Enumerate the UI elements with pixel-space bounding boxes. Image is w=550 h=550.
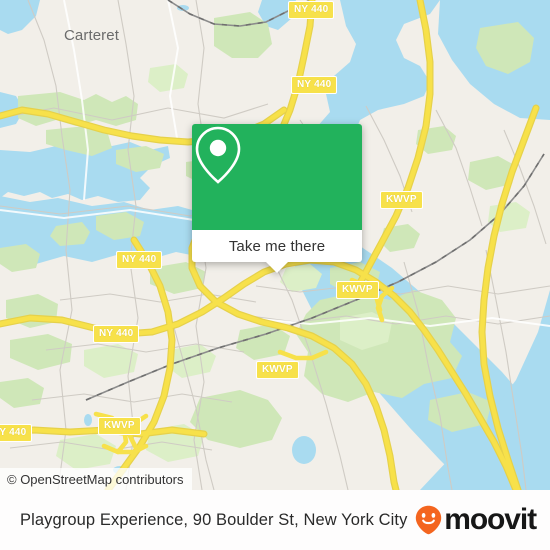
moovit-wordmark: moovit bbox=[444, 503, 537, 536]
footer-bar: Playgroup Experience, 90 Boulder St, New… bbox=[0, 490, 550, 550]
road-shield: KWVP bbox=[336, 281, 379, 299]
road-shield: NY 440 bbox=[288, 1, 335, 19]
map-screenshot: Carteret NY 440 NY 440 KWVP NY 440 KWVP … bbox=[0, 0, 550, 550]
place-label-carteret: Carteret bbox=[64, 27, 119, 44]
osm-attribution[interactable]: © OpenStreetMap contributors bbox=[0, 468, 192, 490]
map-canvas[interactable]: Carteret NY 440 NY 440 KWVP NY 440 KWVP … bbox=[0, 0, 550, 490]
callout-footer[interactable]: Take me there bbox=[192, 230, 362, 262]
map-pin-icon bbox=[195, 126, 241, 184]
road-shield: KWVP bbox=[380, 191, 423, 209]
moovit-pin-smiley-icon bbox=[416, 505, 442, 535]
callout-pointer bbox=[266, 262, 288, 273]
road-shield: NY 440 bbox=[0, 424, 33, 442]
road-shield: NY 440 bbox=[93, 325, 140, 343]
location-callout[interactable]: Take me there bbox=[192, 124, 362, 273]
road-shield: NY 440 bbox=[116, 251, 163, 269]
road-shield: NY 440 bbox=[291, 76, 338, 94]
location-address: Playgroup Experience, 90 Boulder St, New… bbox=[20, 510, 408, 529]
moovit-logo[interactable]: moovit bbox=[415, 503, 537, 536]
take-me-there-label: Take me there bbox=[228, 237, 326, 255]
road-shield: KWVP bbox=[98, 417, 141, 435]
callout-header bbox=[192, 124, 362, 230]
osm-attribution-text: © OpenStreetMap contributors bbox=[7, 471, 184, 487]
road-shield: KWVP bbox=[256, 361, 299, 379]
